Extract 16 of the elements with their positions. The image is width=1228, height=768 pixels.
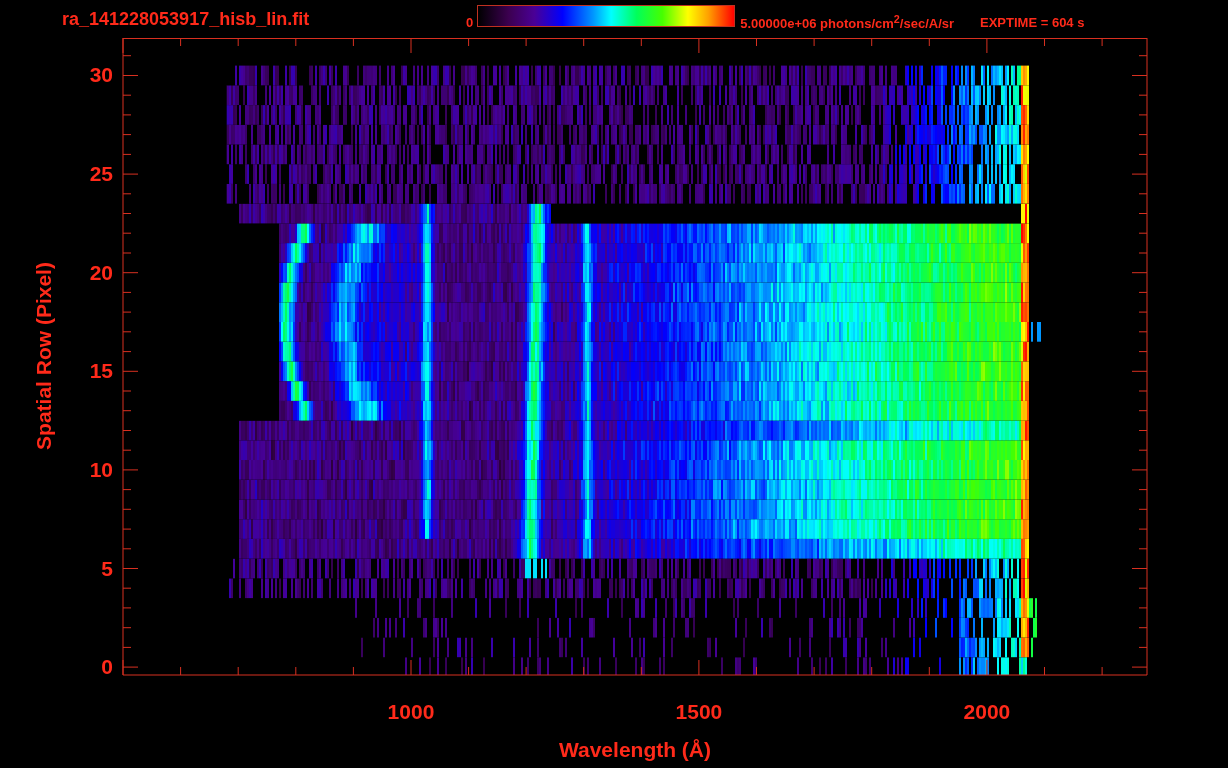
y-tick-label: 5 (101, 556, 113, 580)
colorbar-max-label: 5.00000e+06 photons/cm$^{2}$/sec/A/sr (740, 12, 955, 32)
x-tick-label: 1500 (675, 700, 723, 723)
y-tick-label: 25 (89, 162, 113, 186)
y-tick-label: 20 (89, 260, 113, 284)
y-tick-label: 30 (89, 63, 113, 87)
x-tick-label: 2000 (963, 700, 1011, 723)
y-axis-label: Spatial Row (Pixel) (32, 262, 55, 450)
colorbar-min-label: 0 (466, 14, 474, 30)
x-axis-label: Wavelength (Å) (558, 738, 712, 761)
y-tick-label: 0 (101, 655, 113, 679)
y-tick-label: 15 (89, 359, 113, 383)
file-title: ra_141228053917_hisb_lin.fit (62, 8, 311, 30)
exposure-time: EXPTIME = 604 s (980, 14, 1085, 30)
x-tick-label: 1000 (387, 700, 435, 723)
y-tick-label: 10 (89, 457, 113, 481)
